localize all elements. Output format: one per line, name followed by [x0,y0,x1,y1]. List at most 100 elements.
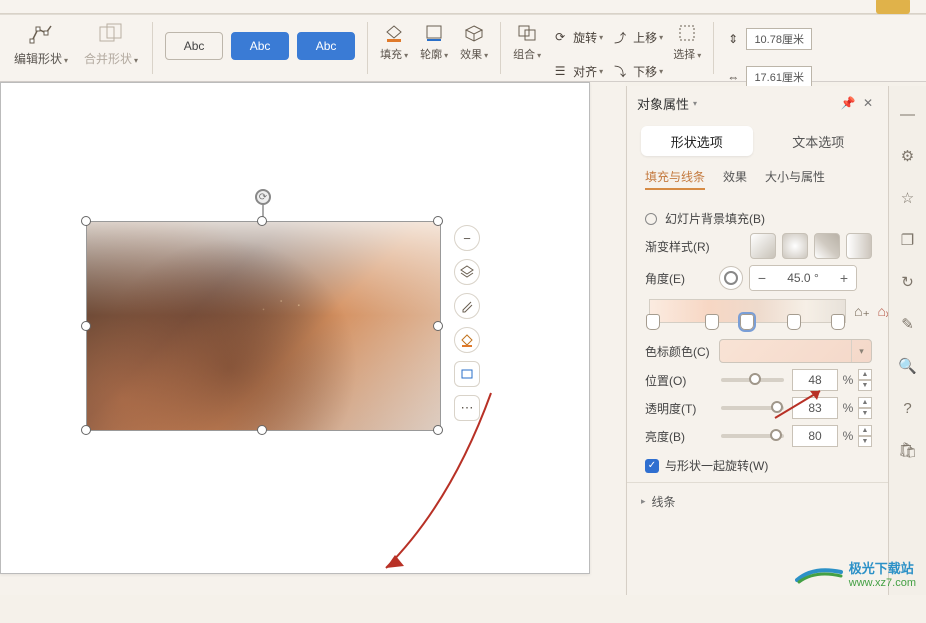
rail-star-icon[interactable]: ☆ [898,188,918,208]
edit-shape-button[interactable]: 编辑形状▾ [6,20,76,78]
canvas-area[interactable]: ⟳ − ⋯ [0,82,625,595]
resize-handle[interactable] [81,321,91,331]
rail-minus[interactable]: — [898,104,918,124]
stop-color-label: 色标颜色(C) [645,343,713,360]
gradient-stop[interactable] [787,314,801,330]
resize-handle[interactable] [81,425,91,435]
selected-picture[interactable] [86,221,441,431]
gradient-stop[interactable] [646,314,660,330]
tr-dn[interactable]: ▼ [858,408,872,419]
gradient-stop-active[interactable] [740,314,754,330]
pos-dn[interactable]: ▼ [858,380,872,391]
float-more[interactable]: ⋯ [454,395,480,421]
position-slider[interactable] [721,378,784,382]
rail-search-icon[interactable]: 🔍 [898,356,918,376]
stop-color-swatch[interactable]: ▾ [719,339,872,363]
style-preset-3[interactable]: Abc [297,32,355,60]
merge-shape-button[interactable]: 合并形状▾ [76,20,146,78]
height-field[interactable]: ⇕10.78厘米 [724,28,812,50]
tr-up[interactable]: ▲ [858,397,872,408]
rotate-with-check[interactable]: ✓ [645,459,659,473]
brightness-slider[interactable] [721,434,784,438]
shape-style-gallery[interactable]: Abc Abc Abc [159,20,361,60]
resize-handle[interactable] [257,425,267,435]
rail-sliders-icon[interactable]: ⚙ [898,146,918,166]
style-preset-1[interactable]: Abc [165,32,223,60]
subtab-effect[interactable]: 效果 [723,168,747,190]
br-dn[interactable]: ▼ [858,436,872,447]
transparency-label: 透明度(T) [645,400,713,417]
move-down-button[interactable]: ⤵下移▾ [611,62,663,80]
float-bucket[interactable] [454,327,480,353]
edit-shape-label: 编辑形状 [14,52,62,66]
rotate-button[interactable]: ⟳旋转▾ [551,28,603,46]
radio-icon [645,213,657,225]
rail-cart-icon[interactable]: 🛍 [898,440,918,460]
style-preset-2[interactable]: Abc [231,32,289,60]
gradient-stop[interactable] [705,314,719,330]
move-up-button[interactable]: ⤴上移▾ [611,28,663,46]
effect-button[interactable]: 效果▾ [454,20,494,64]
float-minus[interactable]: − [454,225,480,251]
brightness-label: 亮度(B) [645,428,713,445]
outline-icon [423,22,445,44]
gradient-bar[interactable] [649,299,846,323]
width-icon: ⇔ [724,68,742,86]
panel-title: 对象属性 [637,94,689,113]
nodes-icon [29,23,53,45]
fill-button[interactable]: 填充▾ [374,20,414,64]
float-eyedrop[interactable] [454,293,480,319]
align-button[interactable]: ☰对齐▾ [551,62,603,80]
add-stop-icon[interactable]: ⌂₊ [852,301,872,321]
bg-fill-radio[interactable]: 幻灯片背景填充(B) [645,210,872,227]
grad-preset[interactable] [814,233,840,259]
angle-dial[interactable] [719,266,743,290]
group-icon [516,22,538,44]
subtab-size[interactable]: 大小与属性 [765,168,825,190]
tab-text-options[interactable]: 文本选项 [763,126,875,156]
resize-handle[interactable] [257,216,267,226]
rail-layers-icon[interactable]: ❐ [898,230,918,250]
angle-input[interactable] [774,266,832,290]
resize-handle[interactable] [433,321,443,331]
close-icon[interactable]: ✕ [858,93,878,113]
subtab-fill[interactable]: 填充与线条 [645,168,705,190]
width-field[interactable]: ⇔17.61厘米 [724,66,812,88]
rotate-handle[interactable]: ⟳ [255,189,271,205]
rail-tools-icon[interactable]: ✎ [898,314,918,334]
resize-handle[interactable] [81,216,91,226]
angle-dec[interactable]: − [750,266,774,290]
watermark-url: www.xz7.com [849,577,916,589]
grad-preset[interactable] [750,233,776,259]
outline-button[interactable]: 轮廓▾ [414,20,454,64]
grad-style-label: 渐变样式(R) [645,238,713,255]
pos-up[interactable]: ▲ [858,369,872,380]
pin-icon[interactable]: 📌 [838,93,858,113]
resize-handle[interactable] [433,216,443,226]
gradient-stop[interactable] [831,314,845,330]
height-icon: ⇕ [724,30,742,48]
down-icon: ⤵ [611,62,629,80]
rail-help-icon[interactable]: ? [898,398,918,418]
float-layers[interactable] [454,259,480,285]
select-icon [676,22,698,44]
slide-page[interactable]: ⟳ − ⋯ [0,82,590,574]
merge-icon [98,23,124,45]
tab-shape-options[interactable]: 形状选项 [641,126,753,156]
br-up[interactable]: ▲ [858,425,872,436]
angle-label: 角度(E) [645,270,713,287]
line-section[interactable]: ▸线条 [627,482,888,520]
side-rail: — ⚙ ☆ ❐ ↻ ✎ 🔍 ? 🛍 [888,86,926,595]
group-button[interactable]: 组合▾ [507,20,547,64]
grad-preset[interactable] [782,233,808,259]
account-pill [876,0,910,14]
angle-inc[interactable]: + [832,266,856,290]
watermark: 极光下载站 www.xz7.com [795,558,916,589]
grad-preset[interactable] [846,233,872,259]
select-button[interactable]: 选择▾ [667,20,707,64]
watermark-name: 极光下载站 [849,558,916,577]
rail-refresh-icon[interactable]: ↻ [898,272,918,292]
angle-stepper[interactable]: − + [749,265,857,291]
brightness-input[interactable] [792,425,838,447]
float-rect[interactable] [454,361,480,387]
